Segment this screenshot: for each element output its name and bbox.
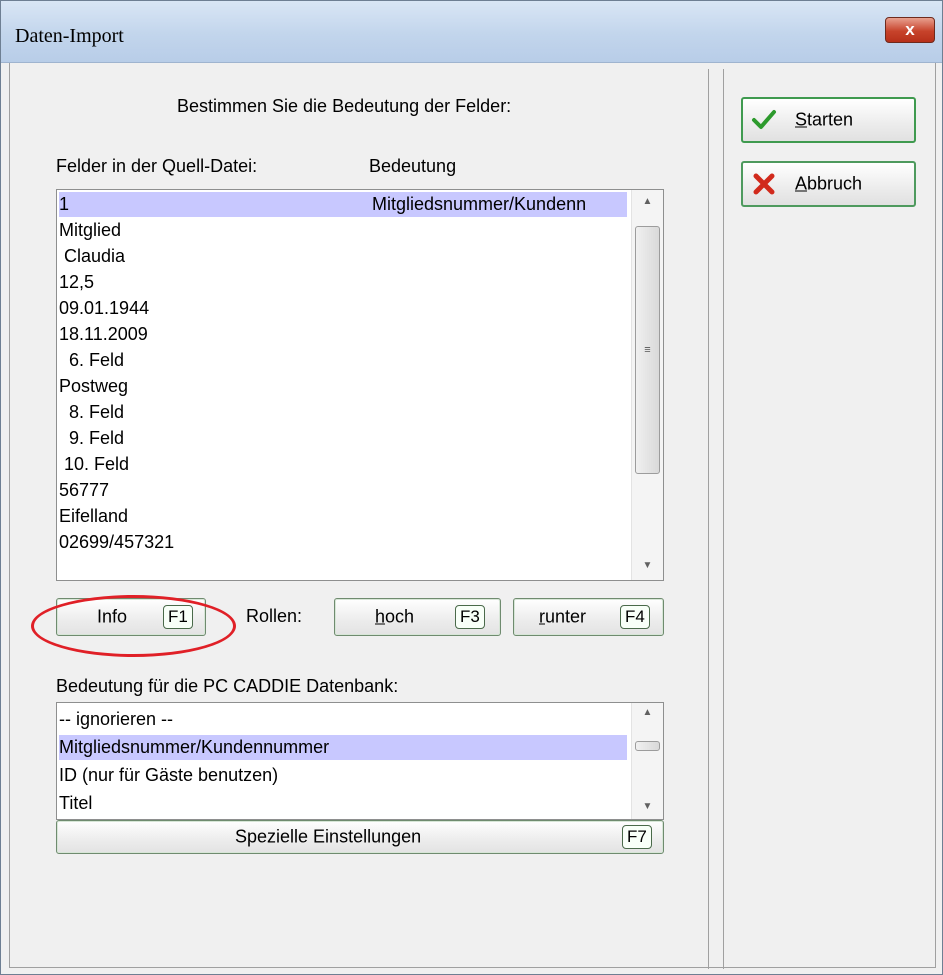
scroll-thumb[interactable]: ≡ [635,226,660,474]
meaning-scroll-down-icon[interactable]: ▼ [632,797,663,817]
source-field-row[interactable]: 56777 [59,478,627,503]
source-fields-list[interactable]: 1 Mitgliedsnummer/Kundenn Mitglied Claudia… [56,189,664,581]
scroll-down-button[interactable]: runter F4 [513,598,664,636]
meaning-list-item[interactable]: -- ignorieren -- [59,707,627,732]
instruction-heading: Bestimmen Sie die Bedeutung der Felder: [177,96,512,116]
source-field-row[interactable]: Eifelland [59,504,627,529]
scroll-down-arrow-icon[interactable]: ▼ [632,556,663,576]
source-field-value: 12,5 [59,272,95,292]
start-button-label: Starten [795,109,854,130]
source-field-row[interactable]: Claudia [59,244,627,269]
source-field-row[interactable]: Postweg [59,374,627,399]
close-button[interactable]: x [885,17,935,43]
meaning-scroll-up-icon[interactable]: ▲ [632,703,663,723]
cancel-button-label: Abbruch [795,173,863,194]
source-field-value: 09.01.1944 [59,298,150,318]
source-field-row[interactable]: 9. Feld [59,426,627,451]
annotation-ellipse [31,595,236,657]
source-scrollbar[interactable]: ▲ ≡ ▼ [631,190,663,580]
source-field-row[interactable]: 09.01.1944 [59,296,627,321]
cross-icon [753,173,775,195]
source-field-value: 9. Feld [59,428,125,448]
source-field-row[interactable]: 8. Feld [59,400,627,425]
close-icon: x [905,20,915,39]
source-field-value: 10. Feld [59,454,130,474]
meaning-list-label: Bedeutung für die PC CADDIE Datenbank: [56,676,399,696]
source-field-value: 02699/457321 [59,532,175,552]
source-fields-label: Felder in der Quell-Datei: [56,156,258,176]
scroll-down-button-label: runter [539,606,587,627]
source-field-value: Postweg [59,376,129,396]
meaning-scrollbar[interactable]: ▲ ▼ [631,703,663,819]
meaning-column-label: Bedeutung [369,156,457,176]
source-field-row[interactable]: 12,5 [59,270,627,295]
source-field-meaning: Mitgliedsnummer/Kundenn [372,194,587,214]
source-field-value: 18.11.2009 [59,324,148,344]
meaning-list-item[interactable]: ID (nur für Gäste benutzen) [59,763,627,788]
panel-divider [723,69,724,969]
scroll-down-key-badge: F4 [620,605,650,629]
source-field-value: 8. Feld [59,402,125,422]
source-field-row[interactable]: 1 Mitgliedsnummer/Kundenn [59,192,627,217]
start-button[interactable]: Starten [741,97,916,143]
source-field-value: 1 [59,194,70,214]
special-settings-key-badge: F7 [622,825,652,849]
cancel-button[interactable]: Abbruch [741,161,916,207]
meaning-list-item[interactable]: Mitgliedsnummer/Kundennummer [59,735,627,760]
meaning-list-item[interactable]: Titel [59,791,627,816]
scroll-up-key-badge: F3 [455,605,485,629]
meaning-scroll-thumb[interactable] [635,741,660,751]
source-field-row[interactable]: 10. Feld [59,452,627,477]
special-settings-button[interactable]: Spezielle Einstellungen F7 [56,820,664,854]
source-field-row[interactable]: Mitglied [59,218,627,243]
scroll-up-button[interactable]: hoch F3 [334,598,501,636]
source-field-value: Eifelland [59,506,129,526]
source-field-row[interactable]: 18.11.2009 [59,322,627,347]
source-field-value: Claudia [59,246,126,266]
grip-icon: ≡ [644,344,651,356]
window-title: Daten-Import [15,25,124,47]
scroll-up-arrow-icon[interactable]: ▲ [632,192,663,212]
source-field-row[interactable]: 6. Feld [59,348,627,373]
scroll-up-button-label: hoch [375,606,415,627]
source-field-value: 6. Feld [59,350,125,370]
check-icon [752,110,776,129]
title-bar: Daten-Import x [1,1,942,63]
source-field-row[interactable]: 02699/457321 [59,530,627,555]
source-field-value: Mitglied [59,220,122,240]
meaning-list[interactable]: -- ignorieren -- Mitgliedsnummer/Kundennu… [56,702,664,820]
roll-label: Rollen: [246,606,303,626]
source-field-value: 56777 [59,480,110,500]
import-dialog: Daten-Import x Bestimmen Sie die Bedeutu… [0,0,943,975]
special-settings-label: Spezielle Einstellungen [235,826,422,847]
